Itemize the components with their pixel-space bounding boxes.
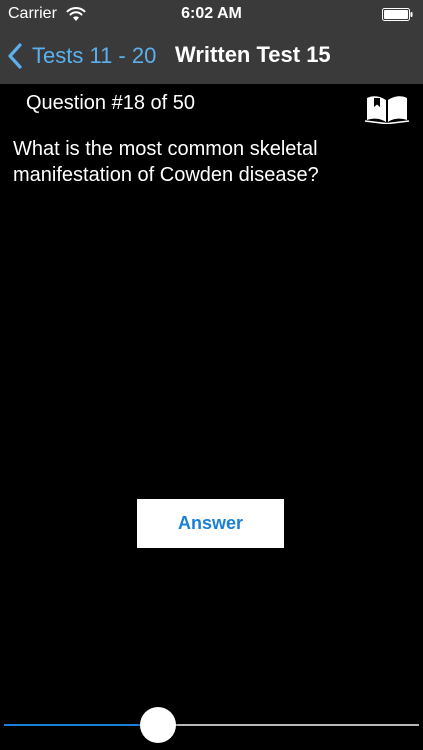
- slider-track-remaining: [158, 724, 419, 726]
- status-time: 6:02 AM: [181, 5, 242, 22]
- open-book-icon[interactable]: [364, 94, 410, 124]
- page-title: Written Test 15: [175, 42, 331, 67]
- back-button[interactable]: Tests 11 - 20: [6, 40, 156, 72]
- question-progress-slider[interactable]: [0, 706, 423, 746]
- answer-button[interactable]: Answer: [137, 499, 284, 548]
- chevron-left-icon: [8, 43, 22, 69]
- question-counter: Question #18 of 50: [26, 92, 196, 114]
- navigation-bar: Tests 11 - 20 Written Test 15: [0, 28, 423, 84]
- screen: Carrier 6:02 AM Tests 11 - 20 Written Te…: [0, 0, 423, 750]
- status-bar: Carrier 6:02 AM: [0, 0, 423, 28]
- top-bar: Carrier 6:02 AM Tests 11 - 20 Written Te…: [0, 0, 423, 84]
- slider-track-filled: [4, 724, 159, 726]
- back-button-label: Tests 11 - 20: [32, 43, 157, 68]
- question-text: What is the most common skeletal manifes…: [13, 138, 319, 186]
- battery-icon: [382, 8, 413, 21]
- slider-thumb[interactable]: [140, 707, 177, 743]
